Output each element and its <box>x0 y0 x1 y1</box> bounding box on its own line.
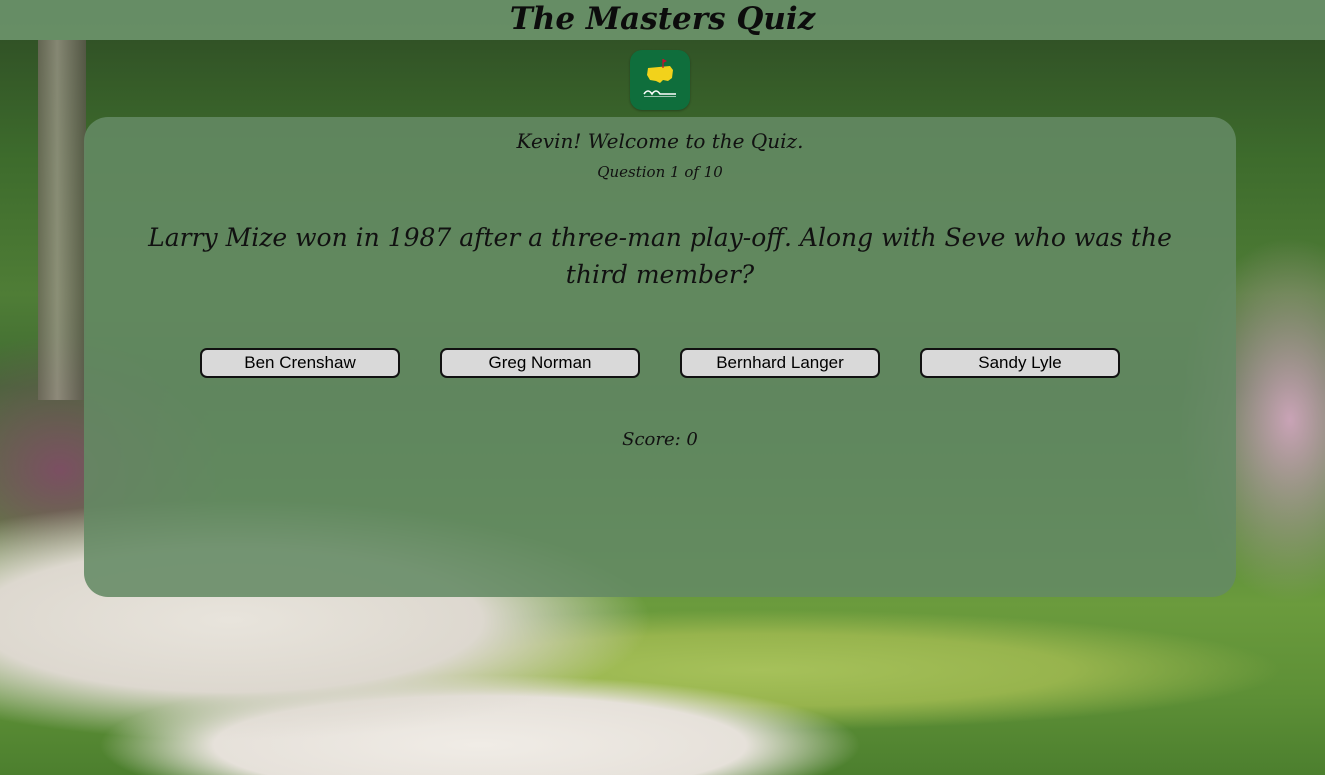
quiz-card: Kevin! Welcome to the Quiz. Question 1 o… <box>84 117 1236 597</box>
site-title: The Masters Quiz <box>509 1 816 37</box>
answer-button-bernhard-langer[interactable]: Bernhard Langer <box>680 348 880 378</box>
question-progress: Question 1 of 10 <box>597 163 723 181</box>
answer-options: Ben Crenshaw Greg Norman Bernhard Langer… <box>200 348 1120 378</box>
background-tree-trunk <box>38 40 86 400</box>
question-text: Larry Mize won in 1987 after a three-man… <box>148 223 1172 289</box>
answer-button-greg-norman[interactable]: Greg Norman <box>440 348 640 378</box>
answer-button-ben-crenshaw[interactable]: Ben Crenshaw <box>200 348 400 378</box>
welcome-message: Kevin! Welcome to the Quiz. <box>516 129 804 153</box>
answer-button-sandy-lyle[interactable]: Sandy Lyle <box>920 348 1120 378</box>
header-bar: The Masters Quiz <box>0 0 1325 40</box>
score-display: Score: 0 <box>622 429 698 450</box>
masters-logo-icon <box>630 50 690 110</box>
